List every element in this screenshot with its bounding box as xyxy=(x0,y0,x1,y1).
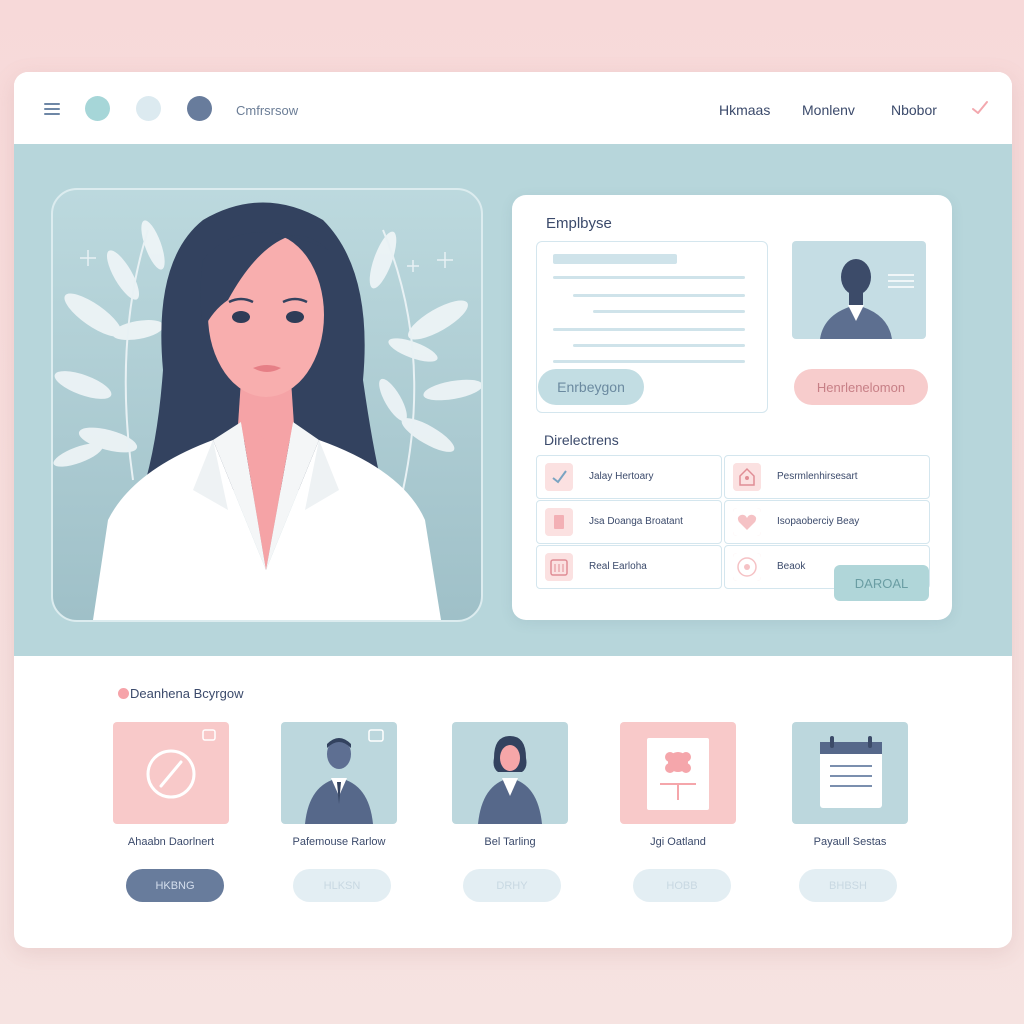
woman-avatar-icon xyxy=(478,736,542,824)
tile-3-button[interactable]: DRHY xyxy=(463,869,561,902)
man-avatar-icon xyxy=(305,729,384,824)
form-line xyxy=(573,344,745,347)
tile-5[interactable] xyxy=(792,722,908,824)
teal-dot-button[interactable] xyxy=(85,96,110,121)
calendar-icon xyxy=(545,553,573,581)
circle-icon xyxy=(733,553,761,581)
tile-3-label: Bel Tarling xyxy=(484,836,536,848)
app-title: Cmfrsrsow xyxy=(236,103,299,118)
tile-1-label: Ahaabn Daorlnert xyxy=(127,836,215,848)
directory-label: Real Earloha xyxy=(589,561,647,572)
tile-1-button[interactable]: HKBNG xyxy=(126,869,224,902)
directory-item-1[interactable]: Jalay Hertoary xyxy=(536,455,722,499)
compass-icon xyxy=(146,729,216,799)
directory-item-4[interactable]: Isopaoberciy Beay xyxy=(724,500,930,544)
tile-4-label: Jgi Oatland xyxy=(650,836,706,848)
secondary-button[interactable]: Henrlenelomon xyxy=(794,369,928,405)
woman-portrait-icon xyxy=(53,202,481,620)
directory-item-3[interactable]: Jsa Doanga Broatant xyxy=(536,500,722,544)
person-avatar-icon xyxy=(820,259,914,339)
slate-dot-button[interactable] xyxy=(187,96,212,121)
portrait-illustration xyxy=(51,188,483,622)
tile-5-button[interactable]: BHBSH xyxy=(799,869,897,902)
directory-label: Pesrmlenhirsesart xyxy=(777,471,858,482)
tile-2-label: Pafemouse Rarlow xyxy=(292,836,386,848)
tile-4-button[interactable]: HOBB xyxy=(633,869,731,902)
directory-item-2[interactable]: Pesrmlenhirsesart xyxy=(724,455,930,499)
bottom-section-title: Deanhena Bcyrgow xyxy=(130,686,244,701)
nav-link-2[interactable]: Monlenv xyxy=(802,102,855,118)
form-line xyxy=(553,360,745,363)
certificate-icon xyxy=(647,738,709,810)
check-icon xyxy=(545,463,573,491)
directory-label: Isopaoberciy Beay xyxy=(777,516,860,527)
directory-item-5[interactable]: Real Earloha xyxy=(536,545,722,589)
form-line xyxy=(593,310,745,313)
light-dot-button[interactable] xyxy=(136,96,161,121)
directory-label: Beaok xyxy=(777,561,806,572)
home-icon xyxy=(733,463,761,491)
employee-photo xyxy=(792,241,926,339)
calendar-icon xyxy=(820,736,882,808)
card-title: Emplbyse xyxy=(546,215,612,232)
app-window: Cmfrsrsow Hkmaas Monlenv Nbobor Emplbyse… xyxy=(14,72,1012,948)
bullet-icon xyxy=(118,688,129,699)
nav-link-3[interactable]: Nbobor xyxy=(891,102,937,118)
top-bar: Cmfrsrsow Hkmaas Monlenv Nbobor xyxy=(14,72,1012,144)
form-line xyxy=(553,328,745,331)
tile-5-label: Payaull Sestas xyxy=(813,836,887,848)
tile-2[interactable] xyxy=(281,722,397,824)
tile-2-button[interactable]: HLKSN xyxy=(293,869,391,902)
tile-3[interactable] xyxy=(452,722,568,824)
directory-label: Jalay Hertoary xyxy=(589,471,654,482)
document-icon xyxy=(545,508,573,536)
heart-icon xyxy=(733,508,761,536)
form-line xyxy=(573,294,745,297)
form-line xyxy=(553,276,745,279)
tile-1[interactable] xyxy=(113,722,229,824)
employee-card: Emplbyse Enrbeygon Henrlenelomon Direlec… xyxy=(512,195,952,620)
tile-4[interactable] xyxy=(620,722,736,824)
directory-label: Jsa Doanga Broatant xyxy=(589,516,683,527)
action-button[interactable]: DAROAL xyxy=(834,565,929,601)
menu-icon[interactable] xyxy=(44,103,60,115)
directory-title: Direlectrens xyxy=(544,432,619,448)
nav-link-1[interactable]: Hkmaas xyxy=(719,102,770,118)
employee-button[interactable]: Enrbeygon xyxy=(538,369,644,405)
form-line xyxy=(553,254,677,264)
check-icon[interactable] xyxy=(970,98,990,118)
